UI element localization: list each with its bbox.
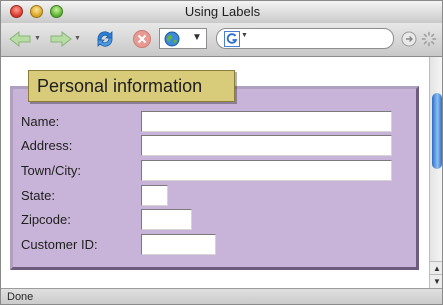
zipcode-label: Zipcode: bbox=[21, 212, 71, 227]
stop-icon bbox=[133, 30, 151, 48]
scroll-up-arrow-icon[interactable]: ▲ bbox=[430, 261, 442, 275]
stop-button[interactable] bbox=[132, 29, 152, 49]
back-arrow-icon bbox=[9, 30, 31, 48]
reload-button[interactable] bbox=[93, 27, 117, 51]
reload-icon bbox=[97, 31, 113, 47]
go-button[interactable] bbox=[401, 31, 417, 47]
progress-spinner bbox=[421, 31, 437, 47]
address-label: Address: bbox=[21, 138, 73, 153]
customer-id-label: Customer ID: bbox=[21, 237, 98, 252]
town-city-label: Town/City: bbox=[21, 163, 81, 178]
address-field[interactable]: ▼ bbox=[159, 28, 207, 49]
search-field[interactable]: ▼ bbox=[216, 28, 394, 49]
forward-button[interactable] bbox=[47, 30, 73, 48]
name-label: Name: bbox=[21, 114, 60, 129]
url-dropdown-icon[interactable]: ▼ bbox=[192, 32, 202, 43]
status-text: Done bbox=[7, 291, 34, 303]
address-input[interactable] bbox=[141, 135, 392, 156]
zipcode-input[interactable] bbox=[141, 209, 192, 230]
progress-spinner-icon bbox=[421, 31, 437, 47]
google-search-icon bbox=[224, 31, 240, 47]
site-globe-icon bbox=[164, 31, 180, 47]
name-input[interactable] bbox=[141, 111, 392, 132]
search-dropdown-icon[interactable]: ▼ bbox=[241, 32, 248, 39]
back-history-dropdown[interactable]: ▼ bbox=[34, 35, 41, 42]
go-icon bbox=[401, 31, 417, 47]
browser-window: Using Labels ▼ ▼ ▼ ▼ Personal informatio… bbox=[0, 0, 443, 305]
scrollbar-thumb[interactable] bbox=[432, 93, 442, 169]
fieldset-legend: Personal information bbox=[28, 70, 235, 102]
title-bar: Using Labels bbox=[1, 1, 442, 24]
vertical-scrollbar[interactable]: ▲ ▼ bbox=[429, 57, 442, 288]
forward-arrow-icon bbox=[50, 30, 72, 48]
town-city-input[interactable] bbox=[141, 160, 392, 181]
customer-id-input[interactable] bbox=[141, 234, 216, 255]
state-input[interactable] bbox=[141, 185, 168, 206]
scroll-down-arrow-icon[interactable]: ▼ bbox=[430, 274, 442, 288]
back-button[interactable] bbox=[8, 30, 34, 48]
state-label: State: bbox=[21, 188, 55, 203]
window-title: Using Labels bbox=[184, 4, 261, 19]
toolbar: ▼ ▼ ▼ ▼ bbox=[1, 23, 442, 57]
forward-history-dropdown[interactable]: ▼ bbox=[74, 35, 81, 42]
status-bar: Done bbox=[1, 288, 442, 304]
